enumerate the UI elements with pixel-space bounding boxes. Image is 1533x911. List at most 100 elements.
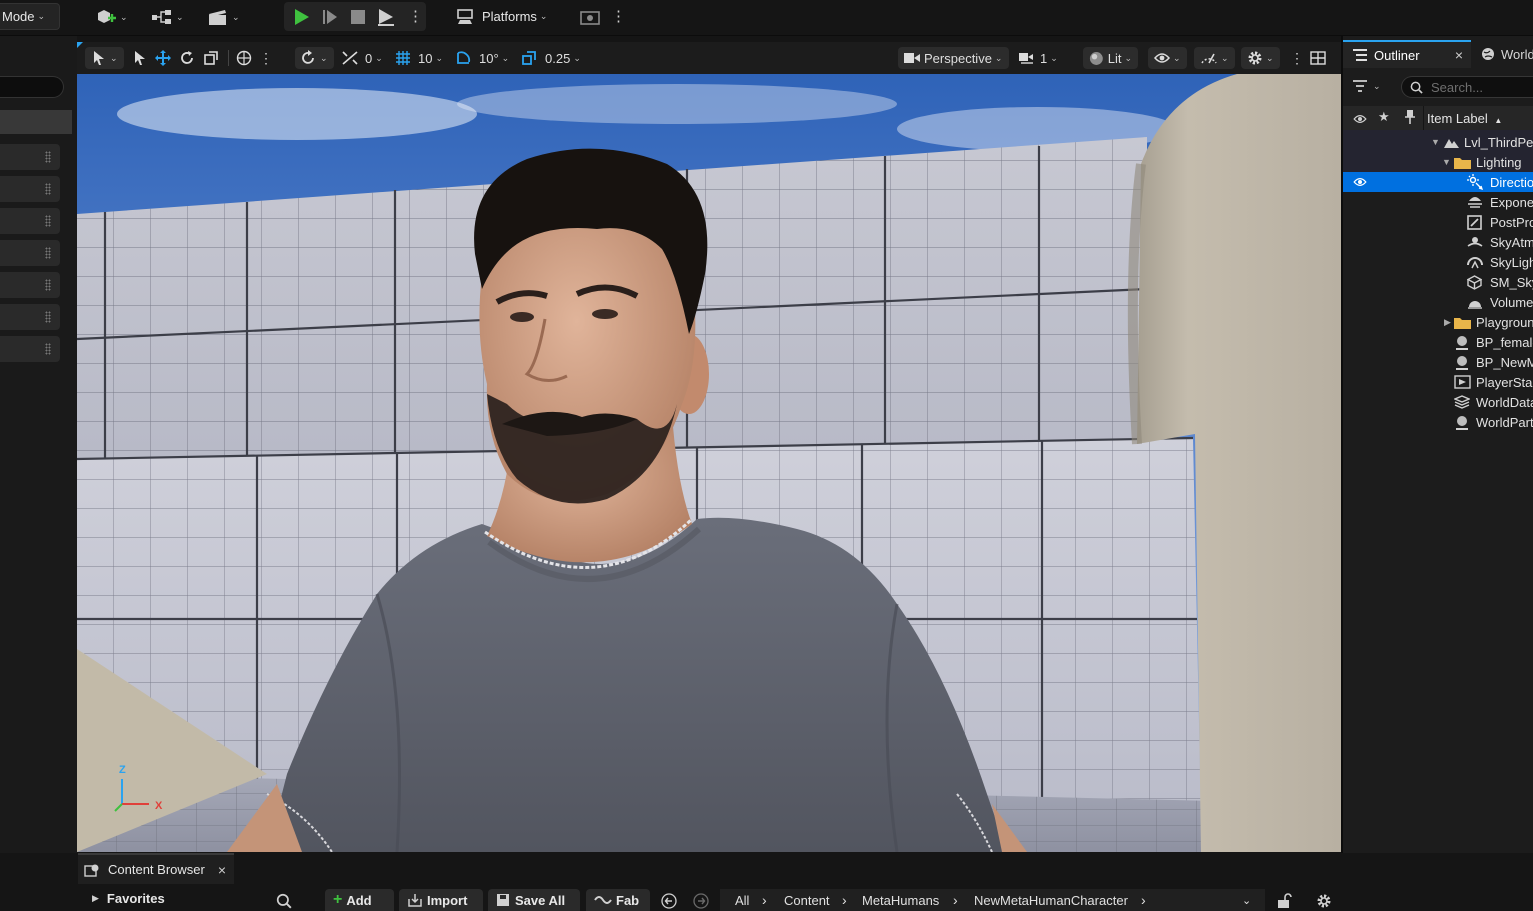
outliner-row[interactable]: BP_female	[1349, 332, 1533, 352]
collapse-arrow-icon[interactable]: ▼	[1431, 137, 1440, 147]
left-panel-row[interactable]	[0, 336, 60, 362]
save-all-button[interactable]: Save All	[488, 889, 580, 911]
tab-content-browser[interactable]: Content Browser ×	[78, 853, 234, 884]
eject-icon[interactable]	[374, 6, 398, 28]
outliner-row[interactable]: SkyAtm	[1349, 232, 1533, 252]
settings-gear-icon[interactable]	[1316, 893, 1332, 911]
drag-handle-icon[interactable]	[45, 215, 51, 227]
advance-frame-icon[interactable]	[318, 6, 342, 28]
camera-speed-dropdown[interactable]: 1 ⌄	[1018, 47, 1058, 69]
drag-handle-icon[interactable]	[45, 151, 51, 163]
breadcrumb-item[interactable]: All	[735, 889, 749, 911]
drag-handle-icon[interactable]	[45, 279, 51, 291]
import-button[interactable]: Import	[399, 889, 483, 911]
surface-snap-dropdown[interactable]: ⌄	[295, 47, 334, 69]
forward-arrow-icon[interactable]	[693, 893, 709, 911]
drag-handle-icon[interactable]	[45, 311, 51, 323]
breadcrumb-separator-icon[interactable]: ›	[842, 889, 847, 911]
camera-dropdown[interactable]: Perspective ⌄	[898, 47, 1009, 69]
pin-icon[interactable]	[1405, 109, 1415, 127]
back-arrow-icon[interactable]	[661, 893, 677, 911]
outliner-row[interactable]: WorldData	[1349, 392, 1533, 412]
viewport-layout-icon[interactable]	[1310, 47, 1326, 69]
play-options-icon[interactable]: ⋮	[408, 7, 423, 25]
breadcrumb-item[interactable]: MetaHumans	[862, 889, 939, 911]
breadcrumb-item[interactable]: NewMetaHumanCharacter	[974, 889, 1128, 911]
outliner-search-input[interactable]: Search...	[1401, 76, 1533, 98]
outliner-row[interactable]: SM_Sky	[1349, 272, 1533, 292]
close-icon[interactable]: ×	[1455, 47, 1463, 63]
scale-tool-icon[interactable]	[203, 47, 219, 69]
performance-dropdown[interactable]: ⌄	[1194, 47, 1235, 69]
breadcrumb-item[interactable]: Content	[784, 889, 830, 911]
capture-button[interactable]	[579, 6, 601, 28]
translate-snap-dropdown[interactable]: 0 ⌄	[341, 47, 383, 69]
fab-button[interactable]: Fab	[586, 889, 650, 911]
favorites-search-icon[interactable]	[276, 893, 292, 911]
rotate-tool-icon[interactable]	[179, 47, 195, 69]
selection-mode-dropdown[interactable]: ⌄	[85, 47, 124, 69]
filter-dropdown[interactable]: ⌄	[1353, 80, 1381, 92]
outliner-row[interactable]: SkyLigh	[1349, 252, 1533, 272]
left-panel-row[interactable]	[0, 272, 60, 298]
play-icon[interactable]	[289, 6, 313, 28]
add-actor-button[interactable]: ⌄	[95, 6, 128, 28]
close-icon[interactable]: ×	[218, 862, 226, 878]
breadcrumb-separator-icon[interactable]: ›	[1141, 889, 1146, 911]
select-tool-icon[interactable]	[133, 47, 147, 69]
drag-handle-icon[interactable]	[45, 183, 51, 195]
outliner-row-selected[interactable]: Directio	[1343, 172, 1533, 192]
platforms-dropdown[interactable]: Platforms ⌄	[448, 3, 556, 30]
cinematics-button[interactable]: ⌄	[207, 6, 240, 28]
view-mode-dropdown[interactable]: Lit ⌄	[1083, 47, 1138, 69]
blueprints-button[interactable]: ⌄	[151, 6, 184, 28]
left-panel-row[interactable]	[0, 144, 60, 170]
outliner-row[interactable]: Volumet	[1349, 292, 1533, 312]
left-search-field[interactable]	[0, 76, 64, 98]
favorites-section-toggle[interactable]: ▶ Favorites	[92, 891, 165, 906]
translate-tool-icon[interactable]	[155, 47, 171, 69]
item-label-column[interactable]: Item Label ▲	[1427, 111, 1502, 126]
add-button[interactable]: + Add	[325, 889, 394, 911]
stop-icon[interactable]	[346, 6, 370, 28]
expand-arrow-icon[interactable]: ▶	[1444, 317, 1451, 328]
outliner-row[interactable]: PostPro	[1349, 212, 1533, 232]
outliner-item-label: SkyLigh	[1490, 254, 1533, 270]
scale-snap-dropdown[interactable]: 0.25 ⌄	[521, 47, 581, 69]
tab-outliner[interactable]: Outliner ×	[1343, 40, 1471, 68]
grid-snap-dropdown[interactable]: 10 ⌄	[395, 47, 443, 69]
viewport-options-icon[interactable]: ⋮	[1290, 50, 1304, 67]
drag-handle-icon[interactable]	[45, 343, 51, 355]
mode-dropdown[interactable]: Mode ⌄	[0, 3, 60, 30]
left-panel-row[interactable]	[0, 304, 60, 330]
visibility-eye-icon[interactable]	[1353, 177, 1367, 187]
left-panel-row[interactable]	[0, 240, 60, 266]
scene-render[interactable]	[77, 74, 1341, 852]
outliner-row[interactable]: WorldPart	[1349, 412, 1533, 432]
viewport-settings-dropdown[interactable]: ⌄	[1241, 47, 1280, 69]
left-panel-row[interactable]	[0, 208, 60, 234]
outliner-row[interactable]: ▼ Lvl_ThirdPe	[1349, 132, 1533, 152]
unlock-icon[interactable]	[1277, 893, 1292, 911]
more-options-icon[interactable]: ⋮	[611, 7, 626, 25]
world-space-icon[interactable]	[236, 47, 252, 69]
collapse-arrow-icon[interactable]: ▼	[1442, 157, 1451, 167]
transform-options-icon[interactable]: ⋮	[259, 50, 273, 67]
show-flags-dropdown[interactable]: ⌄	[1148, 47, 1187, 69]
outliner-row[interactable]: Exponer	[1349, 192, 1533, 212]
outliner-row[interactable]: PlayerSta	[1349, 372, 1533, 392]
breadcrumb-separator-icon[interactable]: ›	[953, 889, 958, 911]
path-history-chevron-down-icon[interactable]: ⌄	[1242, 889, 1251, 911]
drag-handle-icon[interactable]	[45, 247, 51, 259]
outliner-row[interactable]: ▶ Playgroun	[1349, 312, 1533, 332]
chevron-down-icon: ⌄	[994, 52, 1003, 63]
tab-world-settings[interactable]: World	[1473, 40, 1533, 68]
breadcrumb-separator-icon[interactable]: ›	[762, 889, 767, 911]
outliner-row[interactable]: ▼ Lighting	[1349, 152, 1533, 172]
left-panel-row[interactable]	[0, 176, 60, 202]
star-icon[interactable]: ★	[1378, 109, 1390, 125]
level-viewport[interactable]: ⌄ ⋮ ⌄ 0 ⌄ 10 ⌄ 10° ⌄ 0.25 ⌄ Perspective …	[77, 42, 1341, 852]
visibility-column-eye-icon[interactable]	[1353, 112, 1367, 127]
rotate-snap-dropdown[interactable]: 10° ⌄	[455, 47, 509, 69]
outliner-row[interactable]: BP_NewM	[1349, 352, 1533, 372]
